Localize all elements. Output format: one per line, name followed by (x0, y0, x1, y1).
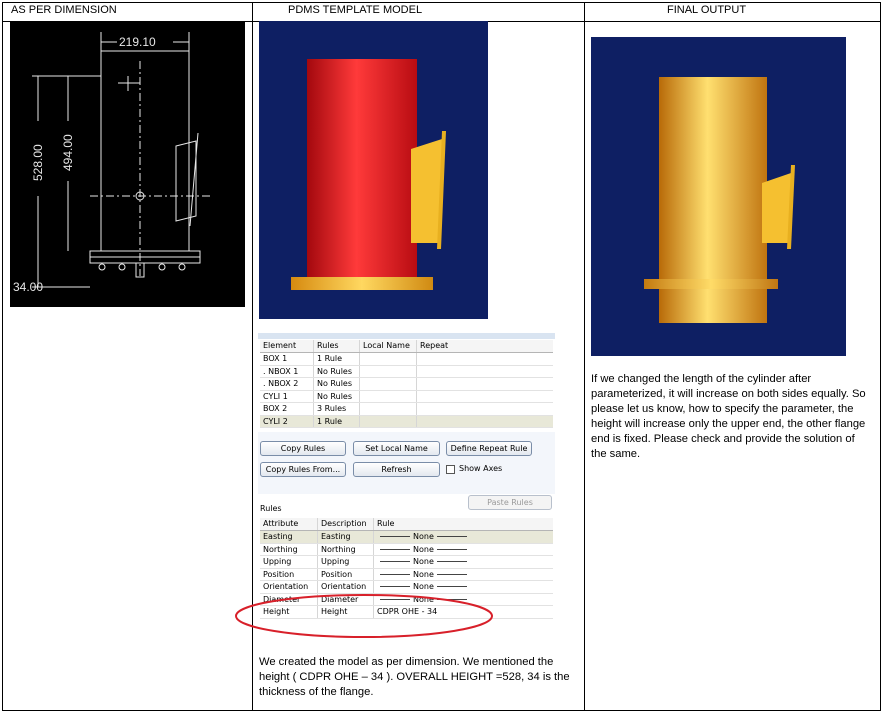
refresh-button[interactable]: Refresh (353, 462, 440, 477)
rule-attribute: Northing (260, 543, 318, 555)
element-rules: No Rules (314, 390, 360, 402)
copy-rules-from-button[interactable]: Copy Rules From... (260, 462, 346, 477)
element-table: Element Rules Local Name Repeat BOX 1 1 … (260, 340, 553, 428)
element-name: . NBOX 1 (260, 365, 314, 377)
rule-attribute: Position (260, 568, 318, 580)
element-rules: 1 Rule (314, 353, 360, 365)
table-row[interactable]: . NBOX 1 No Rules (260, 365, 553, 378)
col-repeat[interactable]: Repeat (417, 340, 553, 352)
dimension-drawing: 219.10 528.00 494.00 34.00 (10, 21, 245, 307)
column-divider (584, 3, 585, 710)
element-name: BOX 2 (260, 403, 314, 415)
element-rules: No Rules (314, 365, 360, 377)
rule-attribute: Upping (260, 556, 318, 568)
dialog-button-area: Copy Rules Set Local Name Define Repeat … (258, 432, 555, 494)
output-note: If we changed the length of the cylinder… (591, 373, 866, 460)
table-row[interactable]: BOX 1 1 Rule (260, 353, 553, 366)
element-name: CYLI 2 (260, 415, 314, 427)
rule-value: None (413, 532, 434, 541)
element-rules: 1 Rule (314, 415, 360, 427)
final-output-render (591, 37, 846, 356)
header-as-per-dimension: AS PER DIMENSION (11, 4, 117, 16)
table-row-selected[interactable]: CYLI 2 1 Rule (260, 415, 553, 428)
rule-description: Northing (318, 543, 374, 555)
template-model-svg (291, 59, 446, 290)
header-pdms-template-model: PDMS TEMPLATE MODEL (288, 4, 423, 16)
rule-description: Upping (318, 556, 374, 568)
table-row[interactable]: Northing Northing None (260, 543, 553, 556)
element-name: BOX 1 (260, 353, 314, 365)
template-note: We created the model as per dimension. W… (259, 656, 570, 698)
col-element[interactable]: Element (260, 340, 314, 352)
rule-value: None (413, 569, 434, 579)
table-row[interactable]: Easting Easting None (260, 531, 553, 544)
table-row[interactable]: Position Position None (260, 568, 553, 581)
rules-table-header: Attribute Description Rule (260, 518, 553, 531)
table-row[interactable]: . NBOX 2 No Rules (260, 378, 553, 391)
rules-section-label: Rules (260, 504, 282, 513)
highlight-ellipse (235, 594, 493, 638)
paste-rules-button[interactable]: Paste Rules (468, 495, 552, 510)
rule-description: Position (318, 568, 374, 580)
dimension-drawing-svg: 219.10 528.00 494.00 34.00 (13, 32, 210, 294)
rule-value: None (413, 557, 434, 566)
rule-description: Easting (318, 531, 374, 543)
table-row[interactable]: Upping Upping None (260, 556, 553, 569)
col-description[interactable]: Description (318, 518, 374, 530)
final-output-svg (644, 77, 795, 323)
rule-attribute: Easting (260, 531, 318, 543)
header-final-output: FINAL OUTPUT (667, 4, 747, 16)
copy-rules-button[interactable]: Copy Rules (260, 441, 346, 456)
rule-value: None (413, 544, 434, 554)
table-row[interactable]: CYLI 1 No Rules (260, 390, 553, 403)
col-rule[interactable]: Rule (374, 518, 553, 530)
element-name: . NBOX 2 (260, 378, 314, 390)
element-rules: No Rules (314, 378, 360, 390)
col-local-name[interactable]: Local Name (360, 340, 417, 352)
dim-width-label: 219.10 (119, 35, 156, 49)
table-row[interactable]: BOX 2 3 Rules (260, 403, 553, 416)
template-model-render (259, 21, 488, 319)
show-axes-label: Show Axes (459, 464, 503, 473)
col-rules[interactable]: Rules (314, 340, 360, 352)
define-repeat-rule-button[interactable]: Define Repeat Rule (446, 441, 532, 456)
element-name: CYLI 1 (260, 390, 314, 402)
col-attribute[interactable]: Attribute (260, 518, 318, 530)
dialog-top-strip (258, 333, 555, 339)
element-rules: 3 Rules (314, 403, 360, 415)
dim-flange-label: 34.00 (13, 280, 43, 294)
set-local-name-button[interactable]: Set Local Name (353, 441, 440, 456)
show-axes-checkbox[interactable] (446, 465, 455, 474)
element-table-header: Element Rules Local Name Repeat (260, 340, 553, 353)
dim-outer-height-label: 528.00 (31, 144, 45, 181)
dim-inner-height-label: 494.00 (61, 134, 75, 171)
